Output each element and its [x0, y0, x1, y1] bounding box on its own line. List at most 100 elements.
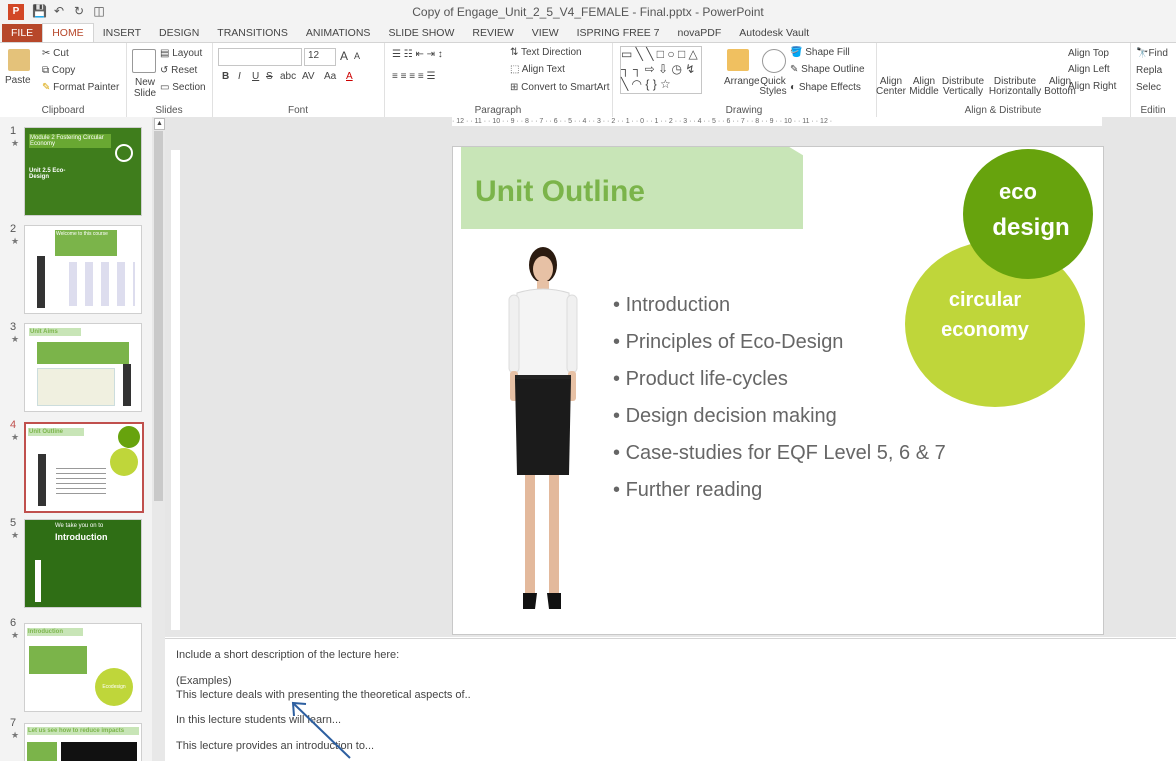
alignment-icons[interactable]: ≡ ≡ ≡ ≡ ☰: [392, 71, 435, 82]
thumbnail-slide-7[interactable]: Let us see how to reduce impacts: [24, 723, 142, 761]
new-slide-icon[interactable]: [132, 49, 156, 73]
bullets-icon[interactable]: ☰ ☷ ⇤ ⇥ ↕: [392, 49, 443, 60]
arrange-button[interactable]: Arrange: [724, 76, 760, 87]
new-slide-button[interactable]: New Slide: [128, 77, 162, 99]
editing-group-label: Editin: [1140, 105, 1166, 116]
font-name-combo[interactable]: [218, 48, 302, 66]
reset-button[interactable]: ↺ Reset: [160, 65, 197, 76]
slide-number: 4: [10, 419, 17, 431]
tab-insert[interactable]: INSERT: [94, 24, 150, 42]
tab-slide-show[interactable]: SLIDE SHOW: [379, 24, 463, 42]
paste-icon[interactable]: [8, 49, 30, 71]
slide-number: 2: [10, 223, 17, 235]
bullet-list[interactable]: Introduction Principles of Eco-Design Pr…: [613, 287, 946, 509]
current-slide[interactable]: Unit Outline circular economy eco design…: [452, 146, 1104, 635]
thumbnail-ecodesign-graphic: Ecodesign: [95, 668, 133, 706]
scrollbar-thumb[interactable]: [154, 131, 163, 501]
layout-button[interactable]: ▤ Layout: [160, 48, 202, 59]
grow-font-button[interactable]: A: [340, 49, 348, 63]
quick-styles-icon[interactable]: [762, 49, 786, 73]
arrange-icon[interactable]: [727, 49, 749, 71]
shrink-font-button[interactable]: A: [354, 51, 360, 61]
shapes-gallery[interactable]: ▭ ╲ ╲ □ ○ □ △ ┐ ┐ ⇨ ⇩ ◷ ↯ ╲ ◠ { } ☆: [620, 46, 702, 94]
thumbnail-slide-5[interactable]: We take you on to Introduction: [24, 519, 142, 608]
horizontal-ruler: · 12 · · 11 · · 10 · · 9 · · 8 · · 7 · ·…: [452, 117, 1102, 126]
change-case-button[interactable]: Aa: [324, 71, 336, 82]
font-size-combo[interactable]: 12: [304, 48, 336, 66]
eco-design-circle[interactable]: eco design: [963, 149, 1093, 279]
tab-novapdf[interactable]: novaPDF: [669, 24, 731, 42]
copy-button[interactable]: ⧉ Copy: [42, 65, 75, 76]
convert-smartart-button[interactable]: ⊞ Convert to SmartArt: [510, 82, 610, 93]
distribute-vertically-button[interactable]: Distribute Vertically: [940, 77, 986, 97]
paste-button[interactable]: Paste: [5, 75, 31, 86]
shape-effects-button[interactable]: ◐ Shape Effects: [790, 82, 861, 93]
slide-number: 6: [10, 617, 17, 629]
av-spacing-button[interactable]: AV: [302, 71, 315, 82]
align-left-button[interactable]: Align Left: [1068, 64, 1110, 75]
circle-text-line: circular: [948, 289, 1022, 311]
thumbnail-slide-1[interactable]: Module 2 Fostering Circular Economy Unit…: [24, 127, 142, 216]
scroll-up-arrow-icon[interactable]: ▲: [154, 118, 165, 130]
thumbnail-slide-6[interactable]: Introduction Ecodesign: [24, 623, 142, 712]
thumbnail-scrollbar[interactable]: ▲: [152, 117, 165, 761]
circle-text-line: economy: [941, 319, 1029, 341]
thumbnail-slide-2[interactable]: Welcome to this course: [24, 225, 142, 314]
slide-number: 1: [10, 125, 17, 137]
tab-home[interactable]: HOME: [42, 23, 94, 42]
text-direction-icon: ⇅: [510, 47, 521, 58]
align-middle-button[interactable]: Align Middle: [908, 77, 940, 97]
slide-number: 7: [10, 717, 17, 729]
bullet-item: Introduction: [613, 287, 946, 324]
bullet-item: Product life-cycles: [613, 361, 946, 398]
thumbnail-bullets: [56, 468, 106, 496]
effects-icon: ◐: [790, 82, 799, 93]
tab-transitions[interactable]: TRANSITIONS: [208, 24, 297, 42]
select-button[interactable]: Selec: [1136, 82, 1161, 93]
slides-group: New Slide ▤ Layout ↺ Reset ▭ Section Sli…: [126, 43, 213, 117]
thumbnail-person: [123, 364, 131, 406]
bullet-item: Case-studies for EQF Level 5, 6 & 7: [613, 435, 946, 472]
align-right-button[interactable]: Align Right: [1068, 81, 1116, 92]
strikethrough-button[interactable]: S: [266, 71, 273, 82]
businesswoman-image[interactable]: [483, 243, 603, 615]
thumbnail-slide-3[interactable]: Unit Aims: [24, 323, 142, 412]
format-painter-button[interactable]: ✎ Format Painter: [42, 82, 119, 93]
quick-styles-button[interactable]: Quick Styles: [758, 77, 788, 97]
align-center-button[interactable]: Align Center: [876, 77, 906, 97]
pointer-arrow-icon: [291, 701, 351, 759]
replace-button[interactable]: Repla: [1136, 65, 1162, 76]
bold-button[interactable]: B: [222, 71, 229, 82]
tab-design[interactable]: DESIGN: [150, 24, 208, 42]
tab-file[interactable]: FILE: [2, 24, 43, 42]
tab-autodesk-vault[interactable]: Autodesk Vault: [730, 24, 818, 42]
tab-animations[interactable]: ANIMATIONS: [297, 24, 380, 42]
brush-icon: ✎: [42, 82, 54, 93]
font-group: 12 A A B I U S abc AV Aa A Font: [212, 43, 385, 117]
binoculars-icon: 🔭: [1136, 48, 1149, 59]
shape-outline-button[interactable]: ✎ Shape Outline: [790, 64, 865, 75]
text-direction-button[interactable]: ⇅ Text Direction: [510, 47, 582, 58]
shape-fill-button[interactable]: 🪣 Shape Fill: [790, 47, 850, 58]
font-group-label: Font: [287, 105, 308, 116]
tab-review[interactable]: REVIEW: [463, 24, 522, 42]
slide-title[interactable]: Unit Outline: [475, 175, 645, 209]
tab-ispring[interactable]: ISPRING FREE 7: [568, 24, 669, 42]
align-top-button[interactable]: Align Top: [1068, 48, 1109, 59]
scissors-icon: ✂: [42, 48, 54, 59]
align-text-icon: ⬚: [510, 64, 522, 75]
character-spacing-button[interactable]: abc: [280, 71, 296, 82]
find-button[interactable]: 🔭Find: [1136, 48, 1168, 59]
tab-view[interactable]: VIEW: [523, 24, 568, 42]
distribute-horizontally-button[interactable]: Distribute Horizontally: [986, 77, 1044, 97]
thumbnail-slide-4[interactable]: Unit Outline: [24, 422, 144, 513]
italic-button[interactable]: I: [238, 71, 241, 82]
clipboard-group-label: Clipboard: [41, 105, 85, 116]
font-color-button[interactable]: A: [346, 71, 353, 82]
notes-line: Include a short description of the lectu…: [176, 649, 400, 661]
slide-number: 5: [10, 517, 17, 529]
align-text-button[interactable]: ⬚ Align Text: [510, 64, 565, 75]
cut-button[interactable]: ✂ Cut: [42, 48, 69, 59]
underline-button[interactable]: U: [252, 71, 259, 82]
section-button[interactable]: ▭ Section: [160, 82, 206, 93]
